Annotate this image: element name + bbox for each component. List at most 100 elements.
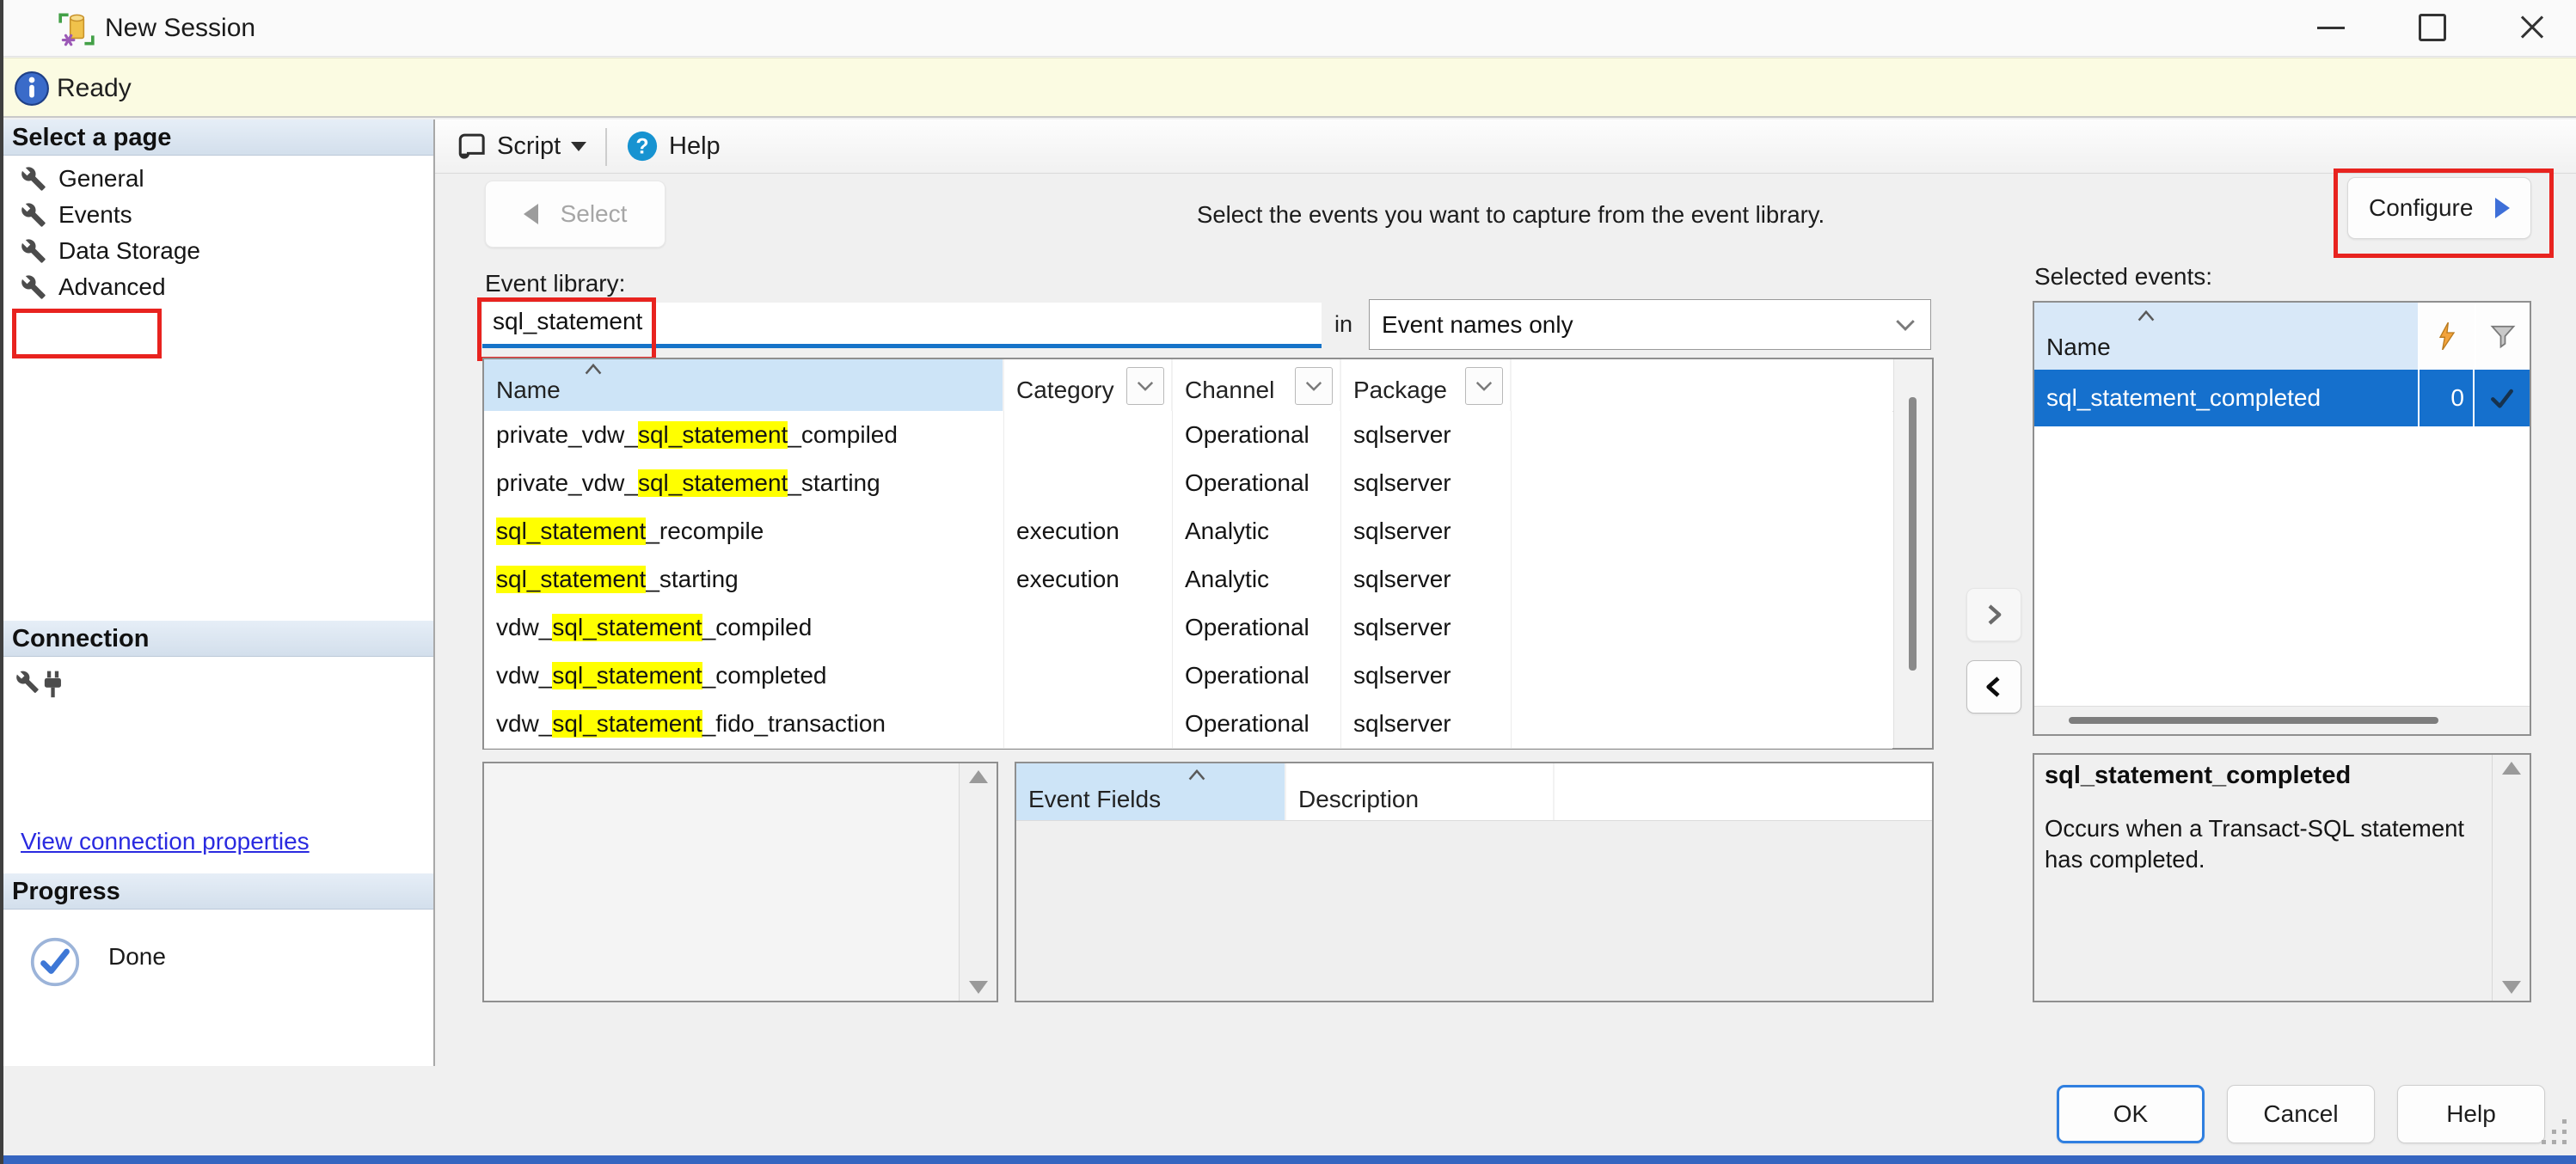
bottom-edge — [3, 1155, 2576, 1164]
script-button[interactable]: Script — [447, 119, 595, 173]
column-header-actions[interactable] — [2420, 303, 2476, 370]
table-row[interactable]: sql_statement_recompile execution Analyt… — [484, 507, 1892, 556]
scrollbar-thumb[interactable] — [1909, 397, 1917, 671]
event-library-search-input[interactable] — [482, 303, 1322, 348]
search-scope-dropdown[interactable]: Event names only — [1369, 299, 1931, 350]
sidebar-item-label: Advanced — [58, 273, 166, 301]
chevron-down-icon — [1304, 380, 1323, 392]
sidebar-item-events[interactable]: Events — [3, 197, 433, 233]
column-header-filter[interactable] — [2476, 303, 2530, 370]
library-table-header: Name Category Channel Package — [484, 359, 1932, 412]
selected-events-hscrollbar[interactable] — [2034, 706, 2530, 734]
description-title: sql_statement_completed — [2045, 762, 2351, 790]
wrench-icon — [21, 166, 46, 192]
sidebar: Select a page General Events Data Storag… — [3, 119, 435, 1066]
selected-event-name: sql_statement_completed — [2034, 370, 2420, 426]
toolbar-separator — [605, 128, 607, 166]
svg-text:?: ? — [635, 136, 648, 159]
column-header-label: Category — [1016, 377, 1114, 404]
minimize-button[interactable] — [2301, 0, 2361, 55]
package-filter-dropdown[interactable] — [1465, 367, 1503, 405]
channel-cell: Analytic — [1173, 507, 1341, 555]
scrollbar-thumb[interactable] — [2069, 717, 2438, 724]
description-scrollbar[interactable] — [2492, 755, 2530, 1001]
event-name-cell: vdw_sql_statement_compiled — [484, 603, 1004, 652]
status-bar: Ready — [3, 58, 2576, 118]
view-connection-properties-link[interactable]: View connection properties — [21, 828, 310, 855]
table-row[interactable]: sql_statement_starting execution Analyti… — [484, 555, 1892, 604]
table-row[interactable]: private_vdw_sql_statement_starting Opera… — [484, 459, 1892, 508]
category-cell: execution — [1004, 507, 1173, 555]
event-library-label: Event library: — [485, 270, 625, 297]
help-toolbar-button[interactable]: ? Help — [617, 119, 729, 173]
chevron-down-icon — [1475, 380, 1493, 392]
panel-scrollbar[interactable] — [959, 763, 997, 1001]
table-row[interactable]: private_vdw_sql_statement_compiled Opera… — [484, 411, 1892, 460]
channel-cell: Operational — [1173, 459, 1341, 507]
event-name-cell: sql_statement_recompile — [484, 507, 1004, 555]
selected-event-action-count: 0 — [2420, 370, 2475, 426]
selected-event-row[interactable]: sql_statement_completed 0 — [2034, 370, 2530, 426]
chevron-down-icon — [1136, 380, 1155, 392]
event-name-cell: sql_statement_starting — [484, 555, 1004, 603]
status-text: Ready — [57, 58, 132, 119]
package-cell: sqlserver — [1341, 411, 1512, 459]
table-row[interactable]: vdw_sql_statement_compiled Operational s… — [484, 603, 1892, 652]
title-bar: New Session — [3, 0, 2576, 57]
add-event-button[interactable] — [1966, 588, 2021, 641]
category-cell — [1004, 459, 1173, 507]
scroll-up-icon[interactable] — [2502, 762, 2521, 775]
select-button-label: Select — [561, 200, 628, 228]
sidebar-item-label: Events — [58, 201, 132, 229]
scroll-up-icon[interactable] — [969, 770, 988, 783]
configure-button[interactable]: Configure — [2347, 177, 2531, 239]
table-row[interactable]: vdw_sql_statement_completed Operational … — [484, 652, 1892, 701]
select-button[interactable]: Select — [485, 181, 665, 248]
maximize-button[interactable] — [2402, 0, 2463, 55]
chevron-down-icon — [1894, 317, 1917, 333]
channel-filter-dropdown[interactable] — [1295, 367, 1333, 405]
cancel-button[interactable]: Cancel — [2227, 1085, 2375, 1143]
close-icon — [2518, 14, 2546, 41]
done-check-icon — [29, 936, 81, 988]
column-header-category[interactable]: Category — [1004, 359, 1173, 411]
script-label: Script — [497, 132, 561, 161]
category-filter-dropdown[interactable] — [1126, 367, 1164, 405]
column-header-name[interactable]: Name — [2034, 303, 2420, 370]
column-header-label: Package — [1353, 377, 1447, 404]
close-button[interactable] — [2502, 0, 2562, 55]
chevron-right-icon — [1981, 602, 2007, 628]
selected-events-table: Name sql_statement_completed 0 — [2033, 301, 2531, 736]
arrow-right-icon — [2495, 198, 2510, 218]
sidebar-item-data-storage[interactable]: Data Storage — [3, 233, 433, 269]
column-header-event-fields[interactable]: Event Fields — [1016, 763, 1286, 820]
new-session-dialog: New Session Ready Select a page General … — [0, 0, 2576, 1164]
column-header-description[interactable]: Description — [1286, 763, 1555, 820]
channel-cell: Operational — [1173, 411, 1341, 459]
sort-caret-icon — [1187, 769, 1207, 781]
package-cell: sqlserver — [1341, 603, 1512, 652]
library-table-scrollbar[interactable] — [1893, 359, 1932, 748]
maximize-icon — [2419, 14, 2446, 41]
channel-cell: Operational — [1173, 700, 1341, 748]
help-button[interactable]: Help — [2397, 1085, 2545, 1143]
column-header-channel[interactable]: Channel — [1173, 359, 1341, 411]
table-row[interactable]: vdw_sql_statement_fido_transaction Opera… — [484, 700, 1892, 749]
help-icon: ? — [626, 130, 659, 162]
package-cell: sqlserver — [1341, 652, 1512, 700]
ok-button[interactable]: OK — [2057, 1085, 2205, 1143]
scroll-down-icon[interactable] — [969, 981, 988, 994]
column-header-package[interactable]: Package — [1341, 359, 1512, 411]
sidebar-item-label: General — [58, 165, 144, 193]
scroll-down-icon[interactable] — [2502, 981, 2521, 994]
column-header-name[interactable]: Name — [484, 359, 1004, 411]
event-description-panel: sql_statement_completed Occurs when a Tr… — [2033, 753, 2531, 1002]
help-label: Help — [669, 132, 721, 161]
channel-cell: Operational — [1173, 652, 1341, 700]
sidebar-item-advanced[interactable]: Advanced — [3, 269, 433, 305]
sidebar-item-general[interactable]: General — [3, 161, 433, 197]
event-details-empty-panel — [482, 762, 998, 1002]
category-cell — [1004, 603, 1173, 652]
remove-event-button[interactable] — [1966, 660, 2021, 714]
sort-caret-icon — [2136, 309, 2156, 322]
